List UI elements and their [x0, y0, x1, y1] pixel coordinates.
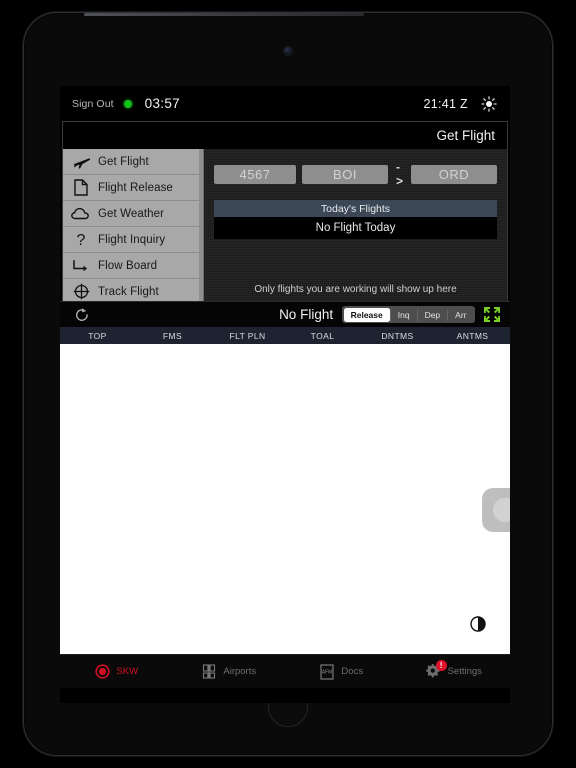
- view-mode-segmented-control[interactable]: Release Inq Dep Arr: [342, 306, 475, 323]
- route-arrow: ->: [395, 160, 403, 188]
- sidebar-item-track-flight[interactable]: Track Flight: [63, 279, 203, 301]
- sign-out-button[interactable]: Sign Out: [72, 98, 114, 110]
- refresh-icon[interactable]: [74, 307, 90, 323]
- destination-airport-input[interactable]: ORD: [411, 164, 497, 184]
- segment-inq[interactable]: Inq: [389, 307, 417, 322]
- todays-flights-header: Today's Flights: [213, 200, 497, 217]
- flight-toolbar: No Flight Release Inq Dep Arr: [60, 301, 510, 327]
- question-mark-icon: ?: [69, 231, 93, 249]
- record-circle-icon: [94, 664, 110, 680]
- tab-label-settings: Settings: [447, 666, 482, 677]
- sidebar-scrollbar[interactable]: [198, 149, 203, 301]
- sidebar-item-get-flight[interactable]: Get Flight: [63, 149, 203, 175]
- get-flight-title-bar: Get Flight: [63, 122, 507, 149]
- column-header-fms[interactable]: FMS: [135, 331, 210, 341]
- get-flight-panel: Get Flight Get Flight Flight Release Get…: [62, 121, 508, 301]
- origin-airport-input[interactable]: BOI: [301, 164, 388, 184]
- segment-arr[interactable]: Arr: [447, 307, 473, 322]
- column-header-flt-pln[interactable]: FLT PLN: [210, 331, 285, 341]
- app-screen: Sign Out 03:57 21:41 Z Get Flight Get Fl…: [60, 86, 510, 703]
- column-header-antms[interactable]: ANTMS: [435, 331, 510, 341]
- tab-label-docs: Docs: [341, 666, 364, 677]
- zulu-time-label: 21:41 Z: [423, 96, 468, 111]
- segment-dep[interactable]: Dep: [416, 307, 448, 322]
- flight-info-panel: 4567 BOI -> ORD Today's Flights No Fligh…: [204, 149, 507, 301]
- gear-icon: !: [425, 659, 447, 680]
- flight-status-label: No Flight: [279, 307, 334, 322]
- contrast-icon[interactable]: [470, 616, 486, 632]
- flight-table-body: [60, 344, 510, 654]
- status-bar-right: 21:41 Z: [423, 95, 498, 112]
- flow-arrow-icon: [69, 257, 93, 275]
- segment-release[interactable]: Release: [343, 307, 390, 322]
- document-icon: [69, 179, 93, 197]
- tab-skw[interactable]: SKW: [60, 664, 173, 680]
- bezel-highlight: [84, 13, 364, 16]
- expand-arrows-icon[interactable]: [483, 306, 501, 323]
- column-header-toal[interactable]: TOAL: [285, 331, 360, 341]
- flight-table-header: TOP FMS FLT PLN TOAL DNTMS ANTMS: [60, 327, 510, 344]
- todays-flights-box: Today's Flights No Flight Today: [213, 200, 497, 239]
- sidebar-item-flight-inquiry[interactable]: ? Flight Inquiry: [63, 227, 203, 253]
- sidebar-item-label: Get Flight: [98, 155, 149, 168]
- sidebar-menu: Get Flight Flight Release Get Weather ? …: [63, 149, 204, 301]
- crosshair-icon: [69, 283, 93, 301]
- bottom-tab-bar: SKW Airports AFM Docs ! Settings: [60, 654, 510, 688]
- sun-icon[interactable]: [481, 95, 497, 112]
- flight-number-input[interactable]: 4567: [213, 164, 296, 184]
- tab-docs[interactable]: AFM Docs: [285, 663, 398, 680]
- front-camera: [284, 47, 292, 55]
- sidebar-item-flight-release[interactable]: Flight Release: [63, 175, 203, 201]
- column-header-top[interactable]: TOP: [60, 331, 135, 341]
- sidebar-item-label: Track Flight: [98, 285, 159, 298]
- tab-settings[interactable]: ! Settings: [398, 659, 511, 680]
- todays-flights-empty-message: No Flight Today: [213, 217, 497, 239]
- tab-airports[interactable]: Airports: [173, 664, 286, 680]
- sidebar-item-get-weather[interactable]: Get Weather: [63, 201, 203, 227]
- tab-label-airports: Airports: [223, 666, 257, 677]
- sidebar-item-flow-board[interactable]: Flow Board: [63, 253, 203, 279]
- flight-search-fields: 4567 BOI -> ORD: [204, 149, 507, 188]
- cloud-icon: [69, 205, 93, 223]
- assistive-touch-dot: [493, 498, 510, 522]
- local-time-label: 03:57: [144, 96, 180, 111]
- sidebar-item-label: Flight Inquiry: [98, 233, 166, 246]
- status-bar: Sign Out 03:57 21:41 Z: [60, 86, 510, 121]
- sidebar-item-label: Get Weather: [98, 207, 165, 220]
- online-status-indicator: [123, 99, 132, 108]
- airplane-icon: [69, 153, 93, 171]
- ipad-device-frame: Sign Out 03:57 21:41 Z Get Flight Get Fl…: [23, 12, 553, 756]
- sidebar-item-label: Flight Release: [98, 181, 173, 194]
- assistive-touch-icon[interactable]: [482, 488, 510, 532]
- airport-terminal-icon: [201, 664, 217, 680]
- get-flight-body: Get Flight Flight Release Get Weather ? …: [63, 149, 507, 301]
- svg-text:?: ?: [77, 232, 86, 249]
- svg-text:AFM: AFM: [322, 669, 333, 675]
- settings-badge: !: [435, 659, 447, 671]
- tab-label-skw: SKW: [116, 666, 139, 677]
- column-header-dntms[interactable]: DNTMS: [360, 331, 435, 341]
- page-title: Get Flight: [436, 128, 495, 143]
- sidebar-item-label: Flow Board: [98, 259, 158, 272]
- panel-hint-text: Only flights you are working will show u…: [254, 284, 457, 295]
- afm-document-icon: AFM: [319, 663, 335, 680]
